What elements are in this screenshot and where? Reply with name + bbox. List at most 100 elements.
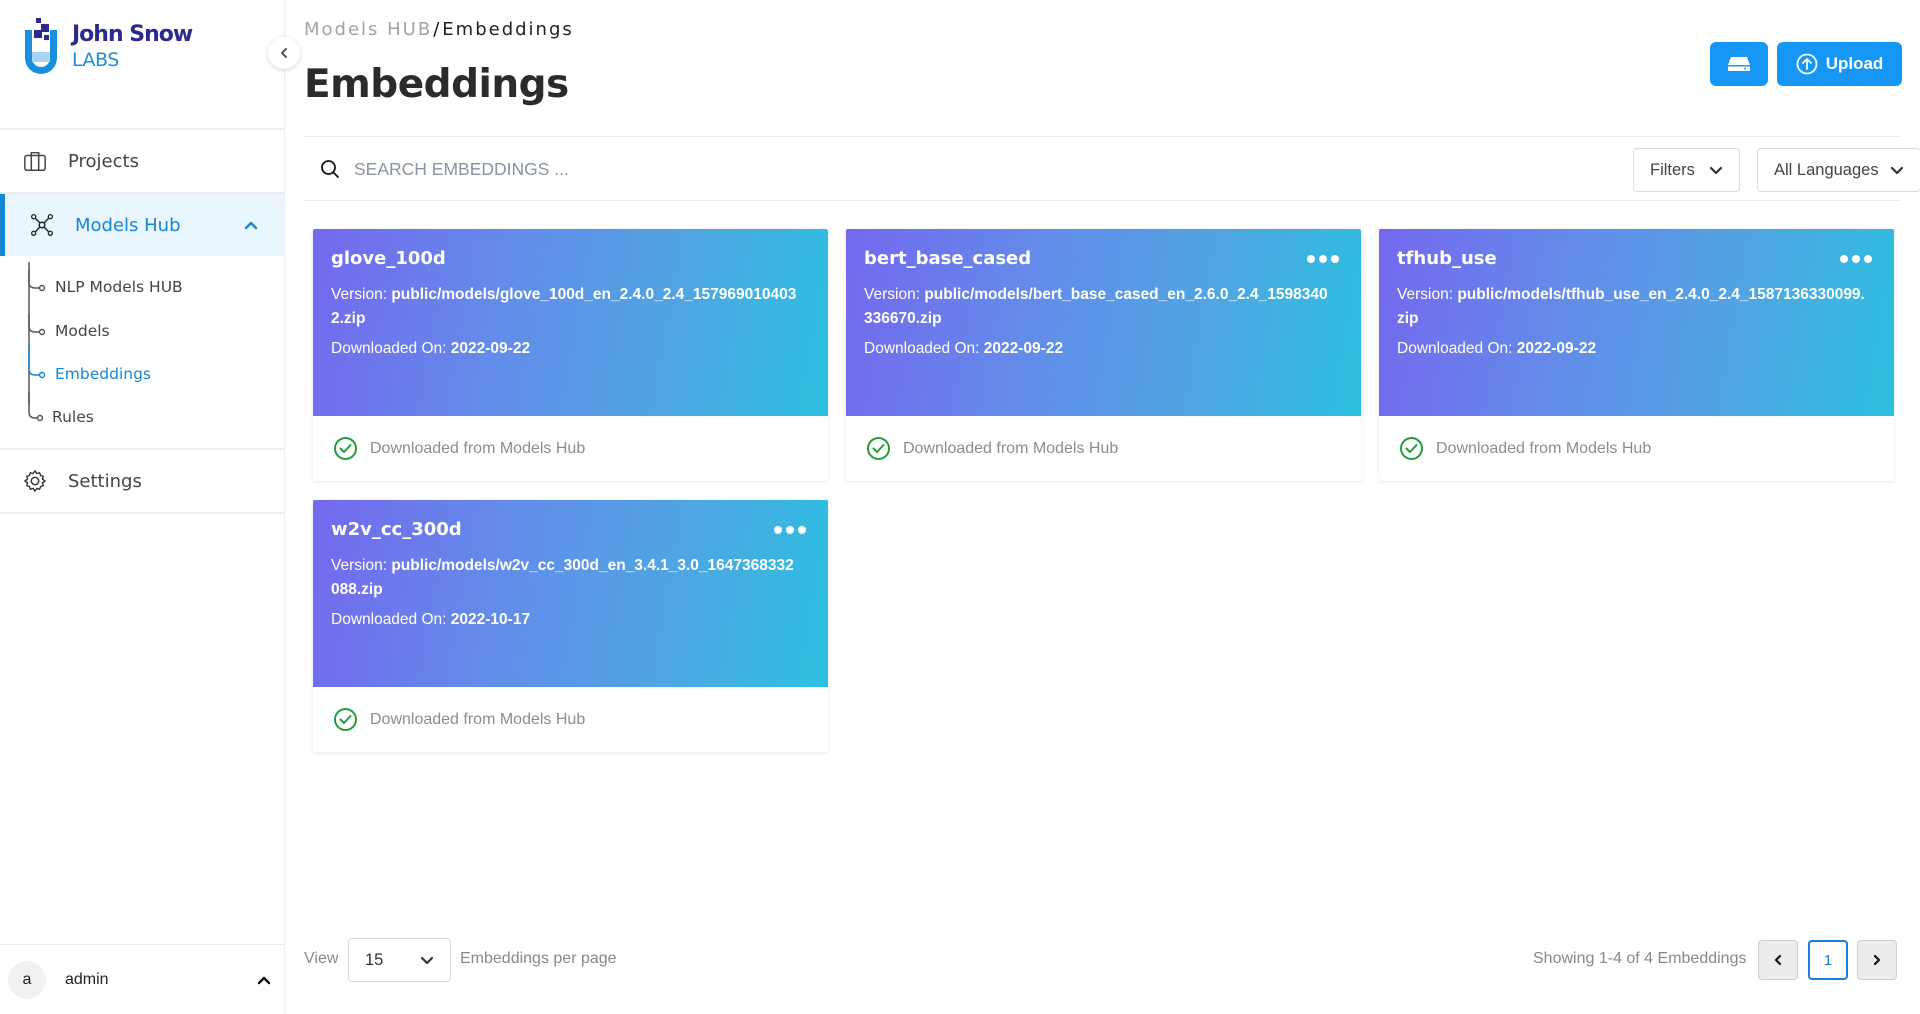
page-title: Embeddings	[304, 62, 569, 107]
per-page-select[interactable]: 15	[348, 938, 451, 982]
storage-button[interactable]	[1710, 42, 1768, 86]
collapse-sidebar-button[interactable]	[268, 37, 300, 69]
app-root: John Snow LABS Projects Models Hub NLP M…	[0, 0, 1920, 1014]
card-header: w2v_cc_300d Version: public/models/w2v_c…	[313, 500, 828, 687]
version-label: Version:	[1397, 286, 1454, 303]
next-page-button[interactable]	[1857, 940, 1897, 980]
card-date: Downloaded On: 2022-09-22	[331, 340, 810, 358]
models-hub-subnav: NLP Models HUB Models Embeddings Rules	[0, 262, 285, 432]
per-page-value: 15	[365, 950, 384, 969]
main-content: Models HUB/Embeddings Embeddings Upload …	[285, 0, 1920, 1014]
embedding-card[interactable]: tfhub_use Version: public/models/tfhub_u…	[1379, 229, 1894, 481]
card-title: glove_100d	[331, 248, 446, 269]
view-label: View	[304, 950, 339, 967]
sidebar-item-label: Settings	[68, 470, 142, 492]
card-header: tfhub_use Version: public/models/tfhub_u…	[1379, 229, 1894, 416]
card-version: Version: public/models/w2v_cc_300d_en_3.…	[331, 554, 810, 602]
upload-circle-icon	[1796, 53, 1818, 75]
card-footer: Downloaded from Models Hub	[1379, 416, 1894, 481]
version-value: public/models/tfhub_use_en_2.4.0_2.4_158…	[1397, 286, 1865, 327]
card-status: Downloaded from Models Hub	[1436, 439, 1652, 457]
breadcrumb: Models HUB/Embeddings	[304, 19, 574, 40]
chevron-left-icon	[1774, 954, 1782, 966]
date-value: 2022-09-22	[450, 340, 531, 357]
gear-icon	[22, 468, 48, 494]
sidebar-item-label: Projects	[68, 150, 139, 172]
card-title: w2v_cc_300d	[331, 519, 462, 540]
sidebar-subitem-rules[interactable]: Rules	[52, 408, 94, 426]
upload-button[interactable]: Upload	[1777, 42, 1902, 86]
breadcrumb-separator: /	[433, 19, 442, 40]
card-date: Downloaded On: 2022-09-22	[1397, 340, 1876, 358]
chevron-up-icon[interactable]	[243, 217, 259, 233]
chevron-down-icon	[1890, 166, 1904, 175]
sidebar-subitem-models[interactable]: Models	[55, 322, 110, 340]
brand-line-2: LABS	[72, 49, 119, 71]
version-value: public/models/w2v_cc_300d_en_3.4.1_3.0_1…	[331, 557, 794, 598]
version-label: Version:	[331, 286, 388, 303]
sidebar-item-label: Models Hub	[75, 214, 181, 236]
brand-name: John Snow LABS	[72, 22, 193, 71]
date-label: Downloaded On:	[864, 340, 980, 357]
check-circle-icon	[1400, 437, 1423, 460]
hard-drive-icon	[1728, 57, 1750, 71]
card-title: tfhub_use	[1397, 248, 1497, 269]
more-options-icon[interactable]	[1307, 251, 1339, 267]
card-header: glove_100d Version: public/models/glove_…	[313, 229, 828, 416]
filters-dropdown[interactable]: Filters	[1633, 148, 1740, 192]
card-version: Version: public/models/bert_base_cased_e…	[864, 283, 1343, 331]
page-button-current[interactable]: 1	[1808, 940, 1848, 980]
language-label: All Languages	[1774, 160, 1879, 179]
brand-logo[interactable]: John Snow LABS	[22, 16, 193, 78]
card-date: Downloaded On: 2022-10-17	[331, 611, 810, 629]
chevron-down-icon	[420, 956, 434, 965]
sidebar-item-projects[interactable]: Projects	[0, 130, 285, 192]
sidebar-subitem-nlp-models-hub[interactable]: NLP Models HUB	[55, 278, 183, 296]
version-value: public/models/glove_100d_en_2.4.0_2.4_15…	[331, 286, 797, 327]
embedding-card[interactable]: bert_base_cased Version: public/models/b…	[846, 229, 1361, 481]
date-value: 2022-09-22	[983, 340, 1064, 357]
date-label: Downloaded On:	[1397, 340, 1513, 357]
user-menu[interactable]: a admin	[0, 944, 285, 1014]
card-status: Downloaded from Models Hub	[370, 439, 586, 457]
briefcase-icon	[22, 148, 48, 174]
check-circle-icon	[867, 437, 890, 460]
date-value: 2022-09-22	[1516, 340, 1597, 357]
language-dropdown[interactable]: All Languages	[1757, 148, 1920, 192]
card-status: Downloaded from Models Hub	[370, 710, 586, 728]
check-circle-icon	[334, 437, 357, 460]
sidebar-item-settings[interactable]: Settings	[0, 450, 285, 512]
search-input[interactable]	[354, 152, 1054, 186]
breadcrumb-current: Embeddings	[442, 19, 574, 40]
nav-divider	[0, 512, 285, 514]
date-label: Downloaded On:	[331, 340, 447, 357]
john-snow-labs-logo-icon	[25, 18, 57, 74]
sidebar-subitem-embeddings[interactable]: Embeddings	[55, 365, 151, 383]
chevron-left-icon	[281, 48, 287, 58]
card-version: Version: public/models/tfhub_use_en_2.4.…	[1397, 283, 1876, 331]
card-status: Downloaded from Models Hub	[903, 439, 1119, 457]
avatar: a	[8, 960, 46, 999]
version-label: Version:	[331, 557, 388, 574]
sidebar-item-models-hub[interactable]: Models Hub	[0, 194, 285, 256]
sidebar: John Snow LABS Projects Models Hub NLP M…	[0, 0, 300, 1014]
breadcrumb-parent-link[interactable]: Models HUB	[304, 19, 432, 40]
card-title: bert_base_cased	[864, 248, 1032, 269]
check-circle-icon	[334, 708, 357, 731]
previous-page-button[interactable]	[1758, 940, 1798, 980]
tree-connector-icon	[28, 262, 46, 422]
chevron-up-icon[interactable]	[257, 973, 271, 987]
card-version: Version: public/models/glove_100d_en_2.4…	[331, 283, 810, 331]
card-header: bert_base_cased Version: public/models/b…	[846, 229, 1361, 416]
embedding-card[interactable]: w2v_cc_300d Version: public/models/w2v_c…	[313, 500, 828, 752]
embedding-card[interactable]: glove_100d Version: public/models/glove_…	[313, 229, 828, 481]
more-options-icon[interactable]	[1840, 251, 1872, 267]
search-icon	[321, 160, 339, 178]
chevron-right-icon	[1873, 954, 1881, 966]
card-date: Downloaded On: 2022-09-22	[864, 340, 1343, 358]
more-options-icon[interactable]	[774, 522, 806, 538]
version-value: public/models/bert_base_cased_en_2.6.0_2…	[864, 286, 1328, 327]
pagination-summary: Showing 1-4 of 4 Embeddings	[1533, 950, 1747, 967]
card-footer: Downloaded from Models Hub	[313, 416, 828, 481]
username: admin	[65, 970, 109, 988]
